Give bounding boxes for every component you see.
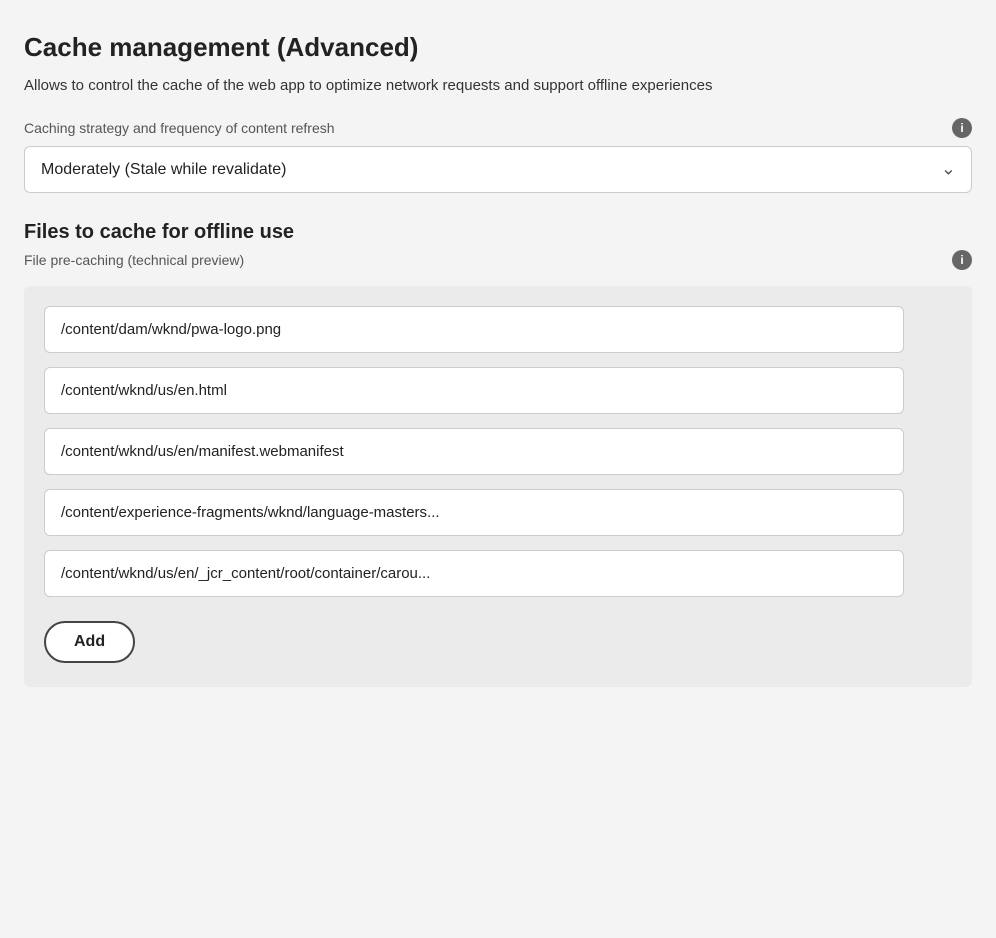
delete-button-3[interactable] [916, 506, 928, 518]
file-row [44, 550, 952, 597]
page-title: Cache management (Advanced) [24, 32, 972, 63]
file-row [44, 428, 952, 475]
caching-info-icon[interactable]: i [952, 118, 972, 138]
file-input-0[interactable] [44, 306, 904, 353]
caching-strategy-label: Caching strategy and frequency of conten… [24, 120, 335, 136]
file-row [44, 489, 952, 536]
file-input-3[interactable] [44, 489, 904, 536]
delete-button-1[interactable] [916, 384, 928, 396]
files-section-title: Files to cache for offline use [24, 221, 972, 244]
caching-strategy-select-wrapper: Moderately (Stale while revalidate)Aggre… [24, 146, 972, 193]
file-input-1[interactable] [44, 367, 904, 414]
reorder-button-3[interactable] [940, 506, 952, 518]
files-subtitle: File pre-caching (technical preview) [24, 252, 244, 268]
files-container: Add [24, 286, 972, 687]
file-row [44, 367, 952, 414]
file-input-2[interactable] [44, 428, 904, 475]
delete-button-4[interactable] [916, 567, 928, 579]
file-row [44, 306, 952, 353]
delete-button-2[interactable] [916, 445, 928, 457]
reorder-button-0[interactable] [940, 323, 952, 335]
page-description: Allows to control the cache of the web a… [24, 75, 972, 98]
file-input-4[interactable] [44, 550, 904, 597]
caching-strategy-select[interactable]: Moderately (Stale while revalidate)Aggre… [24, 146, 972, 193]
reorder-button-4[interactable] [940, 567, 952, 579]
reorder-button-2[interactable] [940, 445, 952, 457]
delete-button-0[interactable] [916, 323, 928, 335]
add-button[interactable]: Add [44, 621, 135, 663]
files-info-icon[interactable]: i [952, 250, 972, 270]
reorder-button-1[interactable] [940, 384, 952, 396]
